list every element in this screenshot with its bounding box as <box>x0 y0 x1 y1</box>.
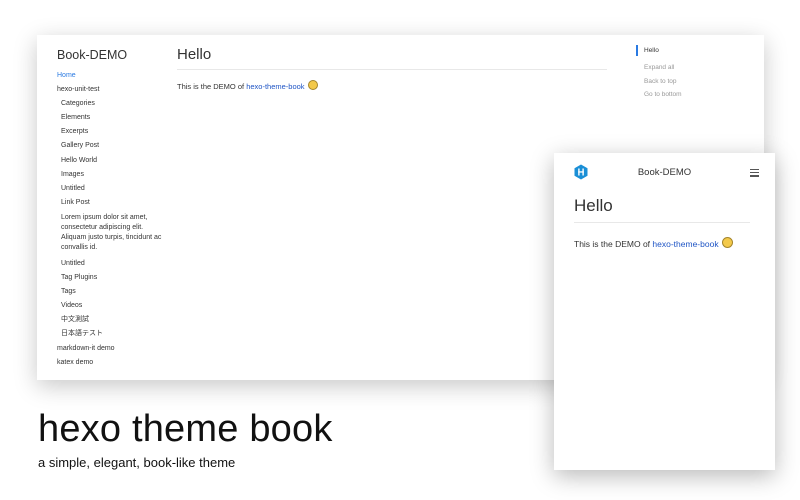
go-to-bottom-link[interactable]: Go to bottom <box>644 88 682 102</box>
sidebar-item[interactable]: Hello World <box>57 154 165 168</box>
sidebar-item[interactable]: Link Post <box>57 196 165 210</box>
sidebar-item[interactable]: Elements <box>57 111 165 125</box>
sidebar-item[interactable]: Lorem ipsum dolor sit amet, consectetur … <box>57 213 165 253</box>
sidebar-item[interactable]: Untitled <box>57 182 165 196</box>
sidebar-item[interactable]: markdown-it demo <box>57 342 165 356</box>
sidebar-item[interactable]: Tag Plugins <box>57 271 165 285</box>
sidebar-item[interactable]: Home <box>57 69 165 83</box>
mobile-page-title: Hello <box>574 196 613 215</box>
toc-panel: Hello Expand all Back to top Go to botto… <box>636 45 682 102</box>
title-divider <box>177 69 607 70</box>
toc-item-hello[interactable]: Hello <box>636 45 682 56</box>
smiley-emoji-icon <box>307 80 318 90</box>
sidebar-item[interactable]: 日本語テスト <box>57 327 165 341</box>
sidebar-nav: Home hexo-unit-test Categories Elements Exce… <box>57 69 165 370</box>
mobile-site-brand[interactable]: Book-DEMO <box>554 167 775 178</box>
sidebar-item[interactable]: 中文測試 <box>57 313 165 327</box>
promo-tagline: a simple, elegant, book-like theme <box>38 455 236 470</box>
mobile-preview: Book-DEMO Hello This is the DEMO of hexo… <box>554 153 775 470</box>
mobile-title-divider <box>574 222 750 223</box>
theme-link[interactable]: hexo-theme-book <box>246 82 304 91</box>
sidebar-item[interactable]: Images <box>57 168 165 182</box>
mobile-theme-link[interactable]: hexo-theme-book <box>652 239 718 249</box>
sidebar-item[interactable]: Categories <box>57 97 165 111</box>
mobile-body-text: This is the DEMO of <box>574 239 653 249</box>
back-to-top-link[interactable]: Back to top <box>644 75 682 89</box>
smiley-emoji-icon <box>721 237 733 248</box>
promo-headline: hexo theme book <box>38 408 333 450</box>
expand-all-link[interactable]: Expand all <box>644 61 682 75</box>
sidebar-item[interactable]: hexo-unit-test <box>57 83 165 97</box>
sidebar-item[interactable]: Videos <box>57 299 165 313</box>
sidebar-item[interactable]: Gallery Post <box>57 139 165 153</box>
sidebar-item[interactable]: Excerpts <box>57 125 165 139</box>
page-body: This is the DEMO of hexo-theme-book <box>177 80 318 91</box>
site-brand[interactable]: Book-DEMO <box>57 48 127 62</box>
sidebar-item[interactable]: katex demo <box>57 356 165 370</box>
mobile-page-body: This is the DEMO of hexo-theme-book <box>574 237 733 249</box>
page-title: Hello <box>177 46 212 63</box>
sidebar-item[interactable]: Tags <box>57 285 165 299</box>
sidebar-item[interactable]: Untitled <box>57 257 165 271</box>
hamburger-menu-icon[interactable] <box>750 169 759 177</box>
body-text: This is the DEMO of <box>177 82 247 91</box>
